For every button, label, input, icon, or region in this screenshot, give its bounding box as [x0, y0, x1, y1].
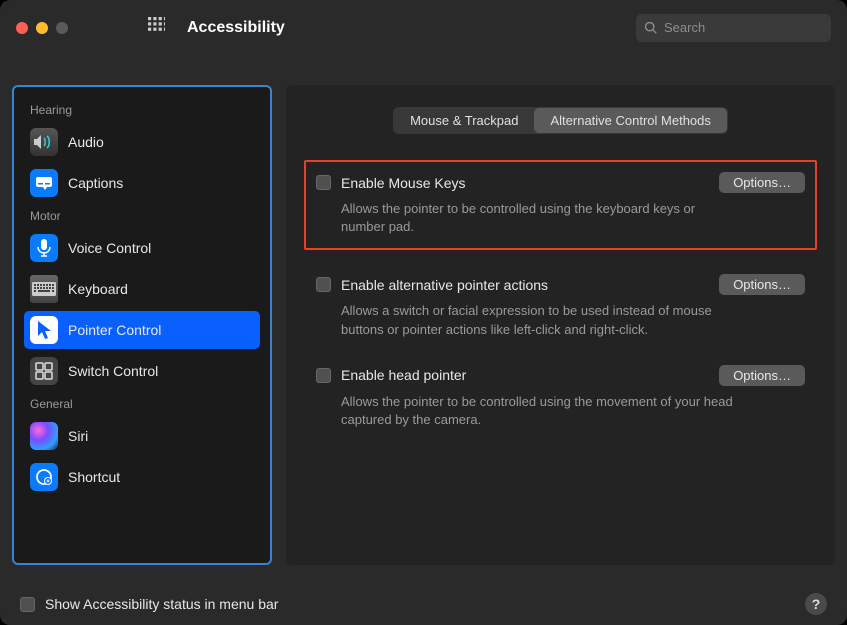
- alt-pointer-options-button[interactable]: Options…: [719, 274, 805, 295]
- sidebar-item-pointer-control[interactable]: Pointer Control: [24, 311, 260, 349]
- captions-icon: [30, 169, 58, 197]
- switch-control-icon: [30, 357, 58, 385]
- nav-arrows: [102, 19, 122, 37]
- sidebar-item-audio[interactable]: Audio: [24, 123, 260, 161]
- pointer-control-icon: [30, 316, 58, 344]
- setting-row: Enable Mouse Keys Options…: [316, 172, 805, 193]
- search-input[interactable]: Search: [636, 14, 831, 42]
- sidebar-item-label: Pointer Control: [68, 322, 161, 338]
- show-all-icon[interactable]: [148, 17, 165, 39]
- setting-head-pointer: Enable head pointer Options… Allows the …: [310, 363, 811, 431]
- section-hearing: Hearing: [24, 99, 260, 123]
- status-menubar-checkbox[interactable]: [20, 597, 35, 612]
- tab-group: Mouse & Trackpad Alternative Control Met…: [393, 107, 728, 134]
- keyboard-icon: [30, 275, 58, 303]
- alt-pointer-checkbox[interactable]: [316, 277, 331, 292]
- sidebar-item-voice-control[interactable]: Voice Control: [24, 229, 260, 267]
- sidebar-item-label: Audio: [68, 134, 104, 150]
- head-pointer-checkbox[interactable]: [316, 368, 331, 383]
- tab-alternative-control[interactable]: Alternative Control Methods: [534, 108, 726, 133]
- voice-control-icon: [30, 234, 58, 262]
- maximize-window-button[interactable]: [56, 22, 68, 34]
- titlebar: Accessibility Search: [0, 0, 847, 55]
- mouse-keys-options-button[interactable]: Options…: [719, 172, 805, 193]
- sidebar-item-label: Keyboard: [68, 281, 128, 297]
- setting-title: Enable head pointer: [341, 367, 709, 383]
- setting-title: Enable Mouse Keys: [341, 175, 709, 191]
- setting-alt-pointer: Enable alternative pointer actions Optio…: [310, 272, 811, 340]
- search-placeholder: Search: [664, 20, 705, 35]
- setting-row: Enable alternative pointer actions Optio…: [316, 274, 805, 295]
- setting-desc: Allows a switch or facial expression to …: [341, 302, 741, 338]
- section-motor: Motor: [24, 205, 260, 229]
- sidebar-item-siri[interactable]: Siri: [24, 417, 260, 455]
- minimize-window-button[interactable]: [36, 22, 48, 34]
- sidebar-item-switch-control[interactable]: Switch Control: [24, 352, 260, 390]
- help-button[interactable]: ?: [805, 593, 827, 615]
- head-pointer-options-button[interactable]: Options…: [719, 365, 805, 386]
- sidebar-item-label: Captions: [68, 175, 123, 191]
- tabs: Mouse & Trackpad Alternative Control Met…: [310, 107, 811, 134]
- sidebar-item-label: Voice Control: [68, 240, 151, 256]
- window-title: Accessibility: [187, 19, 628, 37]
- sidebar: Hearing Audio Captions Motor Voice Contr…: [12, 85, 272, 565]
- main-panel: Mouse & Trackpad Alternative Control Met…: [286, 85, 835, 565]
- footer-label: Show Accessibility status in menu bar: [45, 596, 795, 612]
- sidebar-item-keyboard[interactable]: Keyboard: [24, 270, 260, 308]
- close-window-button[interactable]: [16, 22, 28, 34]
- audio-icon: [30, 128, 58, 156]
- sidebar-item-label: Switch Control: [68, 363, 158, 379]
- footer: Show Accessibility status in menu bar ?: [20, 593, 827, 615]
- setting-desc: Allows the pointer to be controlled usin…: [341, 200, 741, 236]
- siri-icon: [30, 422, 58, 450]
- mouse-keys-checkbox[interactable]: [316, 175, 331, 190]
- sidebar-item-captions[interactable]: Captions: [24, 164, 260, 202]
- tab-mouse-trackpad[interactable]: Mouse & Trackpad: [394, 108, 534, 133]
- sidebar-item-label: Siri: [68, 428, 88, 444]
- content-area: Hearing Audio Captions Motor Voice Contr…: [0, 55, 847, 565]
- sidebar-item-label: Shortcut: [68, 469, 120, 485]
- setting-row: Enable head pointer Options…: [316, 365, 805, 386]
- setting-desc: Allows the pointer to be controlled usin…: [341, 393, 741, 429]
- prefs-window: Accessibility Search Hearing Audio Capti…: [0, 0, 847, 625]
- sidebar-item-shortcut[interactable]: Shortcut: [24, 458, 260, 496]
- setting-title: Enable alternative pointer actions: [341, 277, 709, 293]
- setting-mouse-keys: Enable Mouse Keys Options… Allows the po…: [304, 160, 817, 250]
- shortcut-icon: [30, 463, 58, 491]
- traffic-lights: [16, 22, 68, 34]
- search-icon: [644, 21, 658, 35]
- section-general: General: [24, 393, 260, 417]
